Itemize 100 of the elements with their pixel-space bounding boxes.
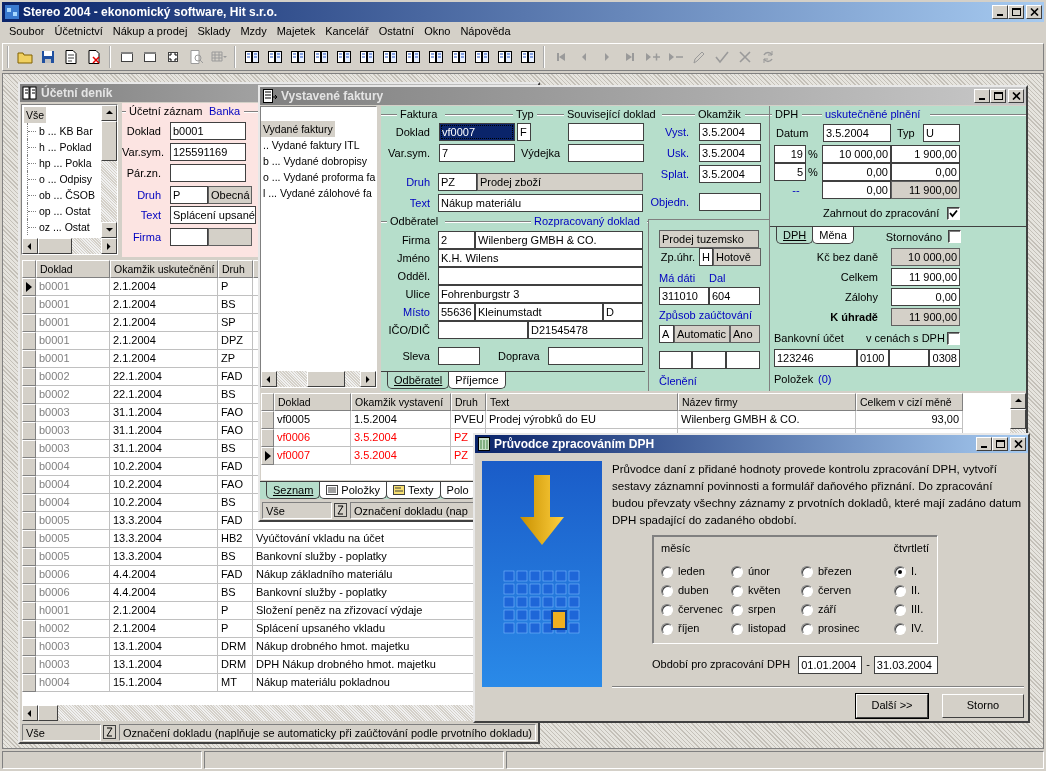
minimize-button[interactable] [974, 89, 990, 103]
input-field[interactable]: 19 [774, 145, 806, 163]
input-field[interactable]: 0,00 [822, 163, 891, 181]
book-icon[interactable] [335, 49, 352, 65]
next-button[interactable]: Další >> [856, 694, 928, 718]
input-field[interactable]: 11 900,00 [891, 268, 960, 286]
document-icon[interactable] [62, 49, 79, 65]
radio-button[interactable]: říjen [661, 621, 731, 637]
input-field[interactable]: Automatic [674, 325, 730, 343]
radio-button[interactable]: listopad [731, 621, 801, 637]
tree-item[interactable]: b ... Vydané dobropisy [261, 153, 370, 169]
column-header[interactable]: Druh [218, 260, 253, 278]
input-field[interactable] [438, 347, 480, 365]
menu-item[interactable]: Soubor [4, 24, 50, 39]
row-header[interactable] [22, 278, 36, 296]
input-field[interactable]: 2 [438, 231, 475, 249]
input-field[interactable]: Ano [730, 325, 760, 343]
radio-button[interactable]: červenec [661, 602, 731, 618]
input-field[interactable] [438, 267, 643, 285]
input-field[interactable]: A [659, 325, 674, 343]
input-field[interactable]: 0,00 [822, 181, 891, 199]
radio-button[interactable]: leden [661, 564, 731, 580]
input-field[interactable] [692, 351, 726, 369]
radio-button[interactable]: I. [894, 564, 924, 580]
input-field[interactable]: 7 [439, 144, 515, 162]
tree-item[interactable]: .. Vydané faktury ITL [261, 137, 362, 153]
scroll-arrow-button[interactable] [22, 238, 38, 254]
input-field[interactable]: 10 000,00 [891, 248, 960, 266]
scroll-thumb[interactable] [307, 371, 345, 387]
input-field[interactable]: 0,00 [891, 163, 960, 181]
scroll-arrow-button[interactable] [101, 222, 117, 238]
input-field[interactable]: Hotově [713, 248, 761, 266]
input-field[interactable]: 3.5.2004 [823, 124, 891, 142]
column-header[interactable]: Název firmy [678, 393, 856, 411]
menu-item[interactable]: Nákup a prodej [107, 24, 193, 39]
input-field[interactable]: Obecná [208, 186, 252, 204]
book-icon[interactable] [289, 49, 306, 65]
radio-button[interactable]: prosinec [801, 621, 894, 637]
input-field[interactable]: 1 900,00 [891, 145, 960, 163]
scroll-arrow-button[interactable] [22, 705, 38, 721]
book-icon[interactable] [473, 49, 490, 65]
input-field[interactable]: 604 [709, 287, 760, 305]
input-field[interactable] [889, 349, 929, 367]
row-header[interactable] [261, 447, 274, 465]
input-field[interactable]: 3.5.2004 [699, 144, 761, 162]
checkbox[interactable] [948, 230, 961, 243]
input-field[interactable] [170, 164, 246, 182]
cancel-button[interactable]: Storno [942, 694, 1024, 718]
input-field[interactable]: 10 000,00 [822, 145, 891, 163]
column-header[interactable]: Doklad [36, 260, 110, 278]
radio-button[interactable]: září [801, 602, 894, 618]
radio-button[interactable]: II. [894, 583, 924, 599]
window-icon[interactable] [141, 49, 158, 65]
tree-item[interactable]: oz ... Ostat [37, 219, 92, 235]
input-field[interactable]: 0,00 [891, 288, 960, 306]
input-field[interactable]: 311010 [659, 287, 709, 305]
maximize-button[interactable] [1008, 5, 1024, 19]
book-icon[interactable] [243, 49, 260, 65]
input-field[interactable] [568, 144, 644, 162]
input-field[interactable] [726, 351, 760, 369]
input-field[interactable]: Prodej tuzemsko [659, 230, 759, 248]
input-field[interactable] [699, 193, 761, 211]
input-field[interactable]: Splácení upsané [170, 206, 256, 224]
book-icon[interactable] [312, 49, 329, 65]
tree-item[interactable]: o ... Odpisy [37, 171, 95, 187]
checkbox[interactable] [947, 331, 960, 345]
scrollbar[interactable] [261, 371, 376, 387]
maximize-button[interactable] [992, 437, 1008, 451]
input-field[interactable] [170, 228, 208, 246]
input-field[interactable]: 5 [774, 163, 806, 181]
book-icon[interactable] [496, 49, 513, 65]
scroll-arrow-button[interactable] [360, 371, 376, 387]
checkbox[interactable] [947, 206, 960, 220]
input-field[interactable]: Prodej zboží [477, 173, 643, 191]
input-field[interactable]: D21545478 [528, 321, 643, 339]
input-field[interactable] [568, 123, 644, 141]
tree-item[interactable]: Vydané faktury [261, 121, 335, 137]
book-icon[interactable] [381, 49, 398, 65]
tree-item[interactable]: op ... Ostat [37, 203, 93, 219]
close-button[interactable] [1026, 5, 1042, 19]
tree-item[interactable]: Vše [24, 107, 47, 123]
column-header[interactable]: Text [486, 393, 678, 411]
input-field[interactable]: Wilenberg GMBH & CO. [475, 231, 643, 249]
column-header[interactable]: Okamžik uskutečnění [110, 260, 218, 278]
menu-item[interactable]: Kancelář [320, 24, 374, 39]
menu-item[interactable]: Mzdy [235, 24, 272, 39]
book-icon[interactable] [519, 49, 536, 65]
menu-item[interactable]: Nápověda [455, 24, 516, 39]
input-field[interactable] [659, 351, 692, 369]
window-icon[interactable] [118, 49, 135, 65]
input-field[interactable]: b0001 [170, 122, 246, 140]
input-field[interactable]: 125591169 [170, 143, 246, 161]
column-header[interactable]: Druh [451, 393, 486, 411]
minimize-button[interactable] [976, 437, 992, 451]
input-field[interactable] [438, 321, 528, 339]
input-field[interactable]: D [603, 303, 643, 321]
tab[interactable]: Texty [385, 482, 441, 499]
minimize-button[interactable] [992, 5, 1008, 19]
menu-item[interactable]: Sklady [192, 24, 236, 39]
tab[interactable]: Příjemce [448, 372, 506, 389]
